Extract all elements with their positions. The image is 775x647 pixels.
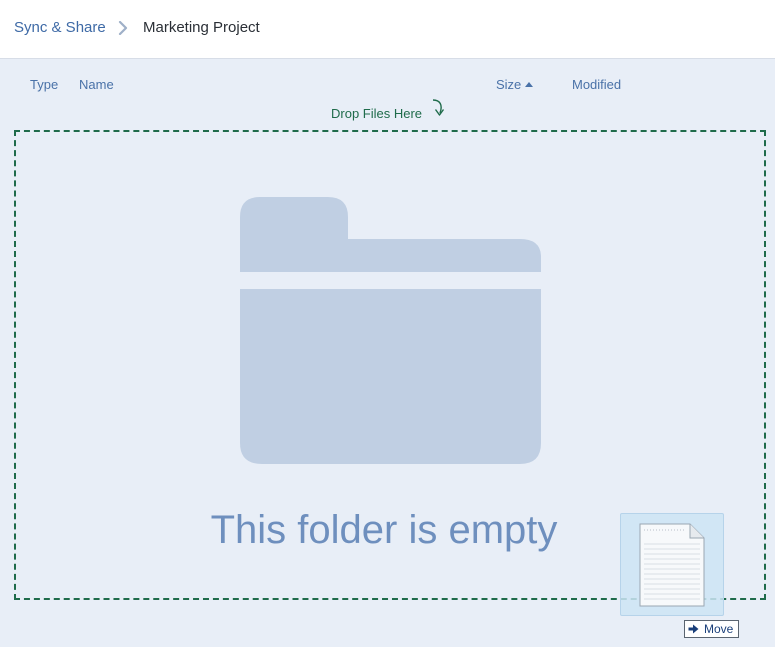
folder-icon	[240, 197, 541, 464]
breadcrumb-current: Marketing Project	[143, 19, 260, 36]
file-list-area[interactable]: Type Name Size Modified Drop Files Here …	[0, 59, 775, 647]
curved-arrow-down-icon	[432, 99, 445, 116]
column-header-size-label: Size	[496, 77, 522, 92]
drop-files-hint: Drop Files Here	[331, 106, 423, 121]
document-icon	[639, 523, 705, 607]
move-badge: Move	[684, 620, 739, 638]
column-header-name[interactable]: Name	[79, 76, 114, 93]
dragged-file-preview	[620, 513, 724, 616]
file-browser-page: Sync & Share Marketing Project Type Name…	[0, 0, 775, 647]
column-header-modified[interactable]: Modified	[572, 76, 621, 93]
column-header-size[interactable]: Size	[496, 76, 534, 93]
breadcrumb-root-link[interactable]: Sync & Share	[14, 18, 106, 38]
move-label: Move	[704, 622, 734, 636]
sort-ascending-icon	[525, 82, 534, 88]
chevron-right-icon	[118, 21, 128, 35]
move-arrow-icon	[688, 624, 699, 634]
column-header-type[interactable]: Type	[30, 76, 58, 93]
breadcrumb: Sync & Share Marketing Project	[0, 0, 775, 59]
